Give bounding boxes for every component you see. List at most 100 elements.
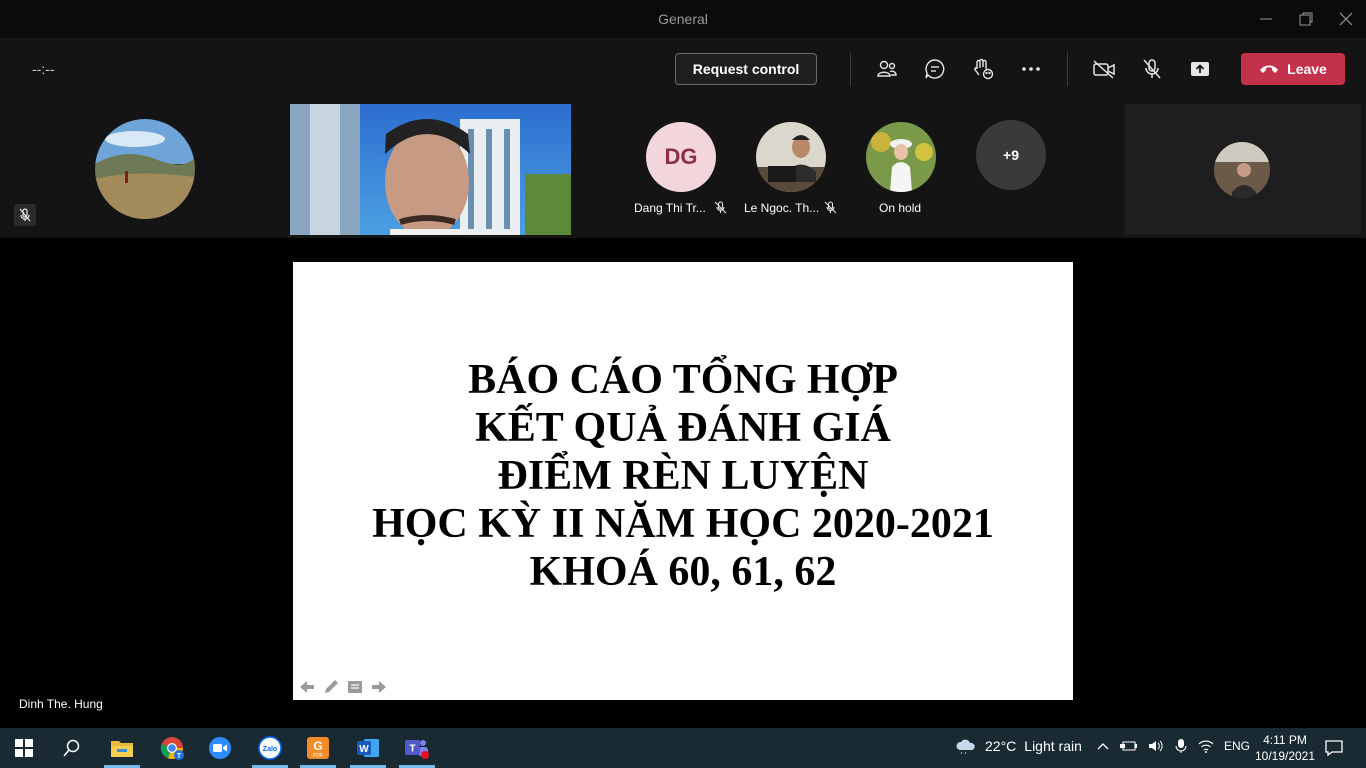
muted-badge <box>14 204 36 226</box>
share-screen-icon <box>1191 62 1209 76</box>
search-icon <box>63 739 80 757</box>
pdf-reader-button[interactable]: G PDF <box>304 734 332 762</box>
meeting-timer: --:-- <box>32 61 55 77</box>
slide-line: KHOÁ 60, 61, 62 <box>529 549 837 595</box>
close-icon <box>1339 12 1353 26</box>
presentation-slide: BÁO CÁO TỔNG HỢP KẾT QUẢ ĐÁNH GIÁ ĐIỂM R… <box>293 262 1073 700</box>
toolbar-divider <box>850 52 851 86</box>
input-language[interactable]: ENG <box>1224 739 1250 753</box>
teams-icon: T <box>405 740 429 759</box>
reactions-button[interactable] <box>969 55 997 83</box>
file-explorer-button[interactable] <box>108 734 136 762</box>
wifi-icon[interactable] <box>1198 739 1214 753</box>
start-button[interactable] <box>10 734 38 762</box>
svg-text:W: W <box>359 744 369 755</box>
camera-toggle-button[interactable] <box>1090 55 1118 83</box>
mic-off-icon <box>714 201 727 214</box>
teams-button[interactable]: T <box>403 734 431 762</box>
cloud-rain-icon <box>956 739 975 754</box>
word-icon: W <box>357 739 379 757</box>
close-button[interactable] <box>1334 8 1358 30</box>
taskbar: T Zalo G PDF W T 22°C Light rain ENG 4:11… <box>0 728 1366 768</box>
restore-icon <box>1299 12 1313 26</box>
participant-avatar-photo[interactable] <box>866 122 936 192</box>
slide-title: BÁO CÁO TỔNG HỢP KẾT QUẢ ĐÁNH GIÁ ĐIỂM R… <box>293 356 1073 596</box>
slide-line: HỌC KỲ II NĂM HỌC 2020-2021 <box>372 501 994 547</box>
participant-name: On hold <box>879 201 922 215</box>
chevron-up-icon[interactable] <box>1096 739 1110 753</box>
person-photo <box>1214 142 1270 198</box>
microphone-icon[interactable] <box>1174 738 1188 754</box>
svg-text:Zalo: Zalo <box>263 746 277 753</box>
svg-text:T: T <box>177 753 182 760</box>
mic-off-icon <box>824 201 837 214</box>
self-avatar <box>1214 142 1270 198</box>
restore-button[interactable] <box>1294 8 1318 30</box>
chrome-button[interactable]: T <box>158 734 186 762</box>
slide-line: ĐIỂM RÈN LUYỆN <box>497 453 869 499</box>
weather-widget[interactable]: 22°C Light rain <box>955 738 1082 754</box>
leave-label: Leave <box>1287 61 1327 77</box>
presenter-video <box>290 104 571 235</box>
request-control-button[interactable]: Request control <box>675 53 817 85</box>
toolbar-divider <box>1067 52 1068 86</box>
zoom-button[interactable] <box>206 734 234 762</box>
people-icon <box>877 60 897 77</box>
slide-controls <box>298 678 388 696</box>
presenter-video-tile[interactable] <box>290 104 571 235</box>
camera-off-icon <box>1093 60 1115 79</box>
zoom-icon <box>209 737 231 759</box>
chat-button[interactable] <box>921 55 949 83</box>
svg-text:G: G <box>313 739 322 753</box>
mic-toggle-button[interactable] <box>1138 55 1166 83</box>
raise-hand-icon <box>974 58 994 80</box>
presenter-name: Dinh The. Hung <box>19 697 103 711</box>
participants-button[interactable] <box>873 55 901 83</box>
participant-name: Le Ngoc. Th... <box>744 201 820 215</box>
mic-off-icon <box>19 208 31 222</box>
chat-icon <box>925 59 945 79</box>
search-button[interactable] <box>58 734 86 762</box>
weather-condition: Light rain <box>1024 738 1082 754</box>
meeting-toolbar: --:-- Request control Leave <box>0 38 1366 100</box>
leave-button[interactable]: Leave <box>1241 53 1345 85</box>
volume-icon[interactable] <box>1148 739 1164 753</box>
battery-icon[interactable] <box>1120 739 1138 753</box>
participant-strip: DG Dang Thi Tr... Le Ngoc. Th... On hold… <box>0 100 1366 238</box>
next-slide-icon[interactable] <box>370 678 388 696</box>
minimize-icon <box>1260 18 1272 20</box>
title-bar: General <box>0 0 1366 38</box>
pdf-reader-icon: GPDF <box>307 737 329 759</box>
participant-avatar-photo[interactable] <box>756 122 826 192</box>
participant-name: Dang Thi Tr... <box>634 201 706 215</box>
notification-icon <box>1325 740 1343 757</box>
file-explorer-icon <box>111 741 133 757</box>
minimize-button[interactable] <box>1254 8 1278 30</box>
taskbar-clock[interactable]: 4:11 PM 10/19/2021 <box>1250 732 1320 764</box>
participant-initials-avatar[interactable]: DG <box>646 122 716 192</box>
svg-text:T: T <box>409 744 415 755</box>
more-actions-button[interactable] <box>1017 55 1045 83</box>
slide-line: BÁO CÁO TỔNG HỢP <box>468 357 898 403</box>
previous-slide-icon[interactable] <box>298 678 316 696</box>
share-content-button[interactable] <box>1186 55 1214 83</box>
window-title: General <box>658 11 708 27</box>
word-button[interactable]: W <box>354 734 382 762</box>
weather-temperature: 22°C <box>985 738 1017 754</box>
person-photo <box>866 122 936 192</box>
zalo-button[interactable]: Zalo <box>256 734 284 762</box>
landscape-photo <box>95 119 195 219</box>
notifications-button[interactable] <box>1320 734 1348 762</box>
hang-up-icon <box>1260 65 1279 73</box>
windows-start-icon <box>15 739 33 757</box>
pen-icon[interactable] <box>322 678 340 696</box>
self-preview-tile[interactable] <box>1125 104 1361 235</box>
zalo-icon: Zalo <box>258 736 282 760</box>
clock-date: 10/19/2021 <box>1254 749 1316 763</box>
participant-avatar-landscape[interactable] <box>95 119 195 219</box>
menu-icon[interactable] <box>346 678 364 696</box>
chrome-icon: T <box>160 737 184 760</box>
system-tray: ENG <box>1096 738 1250 754</box>
person-photo <box>756 122 826 192</box>
more-participants-button[interactable]: +9 <box>976 120 1046 190</box>
